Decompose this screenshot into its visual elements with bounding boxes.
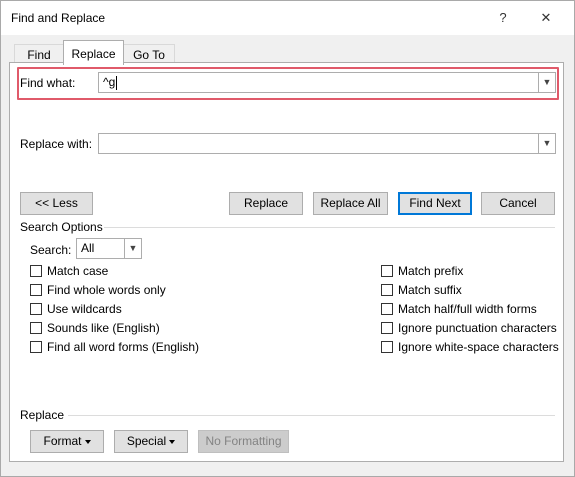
checkbox-box[interactable] — [30, 303, 42, 315]
replace-section-heading: Replace — [20, 408, 65, 422]
find-replace-dialog: Find and Replace ? ✕ Find Replace Go To … — [0, 0, 575, 477]
checkbox-label: Match suffix — [398, 283, 462, 297]
cancel-button[interactable]: Cancel — [481, 192, 555, 215]
format-button[interactable]: Format — [30, 430, 104, 453]
no-formatting-button: No Formatting — [198, 430, 289, 453]
replace-all-button[interactable]: Replace All — [313, 192, 388, 215]
tab-find[interactable]: Find — [14, 44, 64, 64]
close-button[interactable]: ✕ — [532, 7, 560, 29]
checkbox-box[interactable] — [30, 322, 42, 334]
search-options-heading: Search Options — [20, 220, 103, 234]
checkbox-box[interactable] — [381, 303, 393, 315]
checkbox-box[interactable] — [30, 341, 42, 353]
title-bar: Find and Replace ? ✕ — [1, 1, 574, 35]
checkbox-label: Match case — [47, 264, 109, 278]
checkbox-box[interactable] — [381, 322, 393, 334]
format-button-label: Format — [43, 434, 82, 448]
divider — [104, 227, 555, 228]
tab-replace[interactable]: Replace — [63, 40, 124, 65]
tab-go-to[interactable]: Go To — [123, 44, 175, 64]
chevron-down-icon[interactable]: ▼ — [538, 134, 555, 153]
special-button[interactable]: Special — [114, 430, 188, 453]
find-what-label: Find what: — [20, 76, 76, 90]
replace-panel: Find what: ^g ▼ Replace with: ▼ << Less … — [9, 62, 564, 462]
chevron-down-icon[interactable]: ▼ — [124, 239, 141, 258]
checkbox-label: Match prefix — [398, 264, 464, 278]
checkbox-box[interactable] — [30, 284, 42, 296]
checkbox-label: Match half/full width forms — [398, 302, 537, 316]
checkbox-label: Find whole words only — [47, 283, 166, 297]
less-button[interactable]: << Less — [20, 192, 93, 215]
find-next-button[interactable]: Find Next — [398, 192, 472, 215]
special-button-label: Special — [126, 434, 167, 448]
checkbox-box[interactable] — [381, 284, 393, 296]
chevron-down-icon[interactable]: ▼ — [538, 73, 555, 92]
divider — [68, 415, 555, 416]
checkbox-label: Find all word forms (English) — [47, 340, 200, 354]
help-button[interactable]: ? — [489, 7, 517, 29]
search-direction-select[interactable]: All ▼ — [76, 238, 142, 259]
search-label: Search: — [30, 243, 72, 257]
checkbox-label: Ignore white-space characters — [398, 340, 559, 354]
tab-strip: Find Replace Go To — [1, 35, 574, 65]
checkbox-box[interactable] — [381, 341, 393, 353]
window-title: Find and Replace — [11, 11, 106, 25]
find-what-value: ^g — [103, 75, 118, 90]
caret-down-icon — [169, 439, 176, 444]
checkbox-box[interactable] — [381, 265, 393, 277]
checkbox-label: Use wildcards — [47, 302, 122, 316]
replace-button[interactable]: Replace — [229, 192, 303, 215]
checkbox-label: Sounds like (English) — [47, 321, 160, 335]
checkbox-label: Ignore punctuation characters — [398, 321, 557, 335]
caret-down-icon — [84, 439, 91, 444]
find-what-input[interactable]: ^g ▼ — [98, 72, 556, 93]
checkbox-box[interactable] — [30, 265, 42, 277]
search-direction-value: All — [81, 241, 95, 255]
replace-with-label: Replace with: — [20, 137, 93, 151]
replace-with-input[interactable]: ▼ — [98, 133, 556, 154]
